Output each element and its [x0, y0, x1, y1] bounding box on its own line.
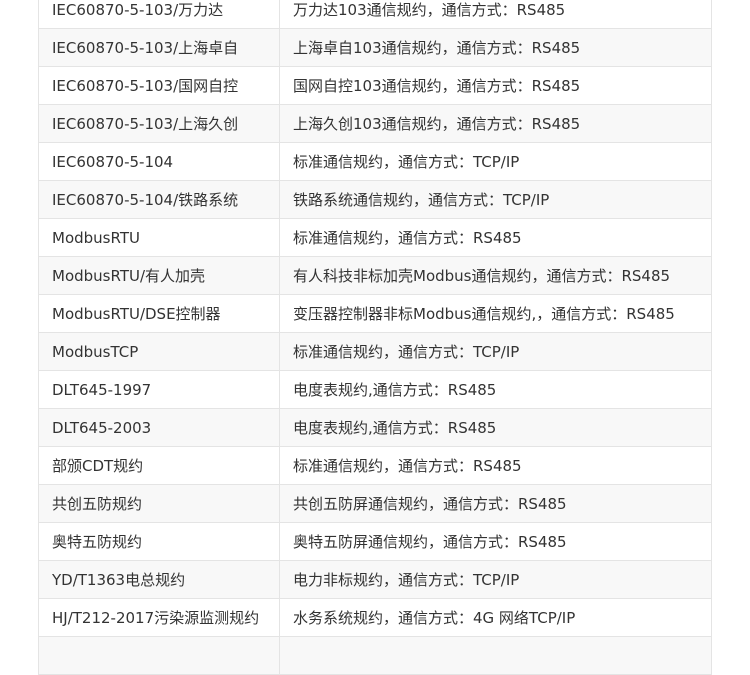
protocol-name-cell: IEC60870-5-103/万力达 — [38, 0, 280, 29]
protocol-table-body: IEC60870-5-103/万力达 万力达103通信规约，通信方式：RS485 I… — [38, 0, 712, 675]
protocol-description-cell: 有人科技非标加壳Modbus通信规约，通信方式：RS485 — [279, 256, 712, 295]
table-row: HJ/T212-2017污染源监测规约 水务系统规约，通信方式：4G 网络TCP/… — [38, 598, 712, 637]
protocol-table: IEC60870-5-103/万力达 万力达103通信规约，通信方式：RS485 I… — [38, 0, 712, 675]
table-row: IEC60870-5-104 标准通信规约，通信方式：TCP/IP — [38, 142, 712, 181]
protocol-description-cell: 水务系统规约，通信方式：4G 网络TCP/IP — [279, 598, 712, 637]
protocol-description-cell: 上海久创103通信规约，通信方式：RS485 — [279, 104, 712, 143]
protocol-description-cell: 标准通信规约，通信方式：TCP/IP — [279, 142, 712, 181]
protocol-name-cell: 部颁CDT规约 — [38, 446, 280, 485]
protocol-name-cell — [38, 636, 280, 675]
protocol-name-cell: IEC60870-5-103/上海久创 — [38, 104, 280, 143]
protocol-description-cell: 国网自控103通信规约，通信方式：RS485 — [279, 66, 712, 105]
table-row: IEC60870-5-103/万力达 万力达103通信规约，通信方式：RS485 — [38, 0, 712, 29]
table-row: IEC60870-5-103/国网自控 国网自控103通信规约，通信方式：RS48… — [38, 66, 712, 105]
protocol-description-cell: 电力非标规约，通信方式：TCP/IP — [279, 560, 712, 599]
protocol-description-cell: 共创五防屏通信规约，通信方式：RS485 — [279, 484, 712, 523]
table-row: DLT645-1997 电度表规约,通信方式：RS485 — [38, 370, 712, 409]
protocol-description-cell: 变压器控制器非标Modbus通信规约,，通信方式：RS485 — [279, 294, 712, 333]
table-row: ModbusRTU/有人加壳 有人科技非标加壳Modbus通信规约，通信方式：RS… — [38, 256, 712, 295]
protocol-name-cell: ModbusTCP — [38, 332, 280, 371]
protocol-description-cell: 标准通信规约，通信方式：RS485 — [279, 446, 712, 485]
table-row: IEC60870-5-103/上海久创 上海久创103通信规约，通信方式：RS48… — [38, 104, 712, 143]
protocol-description-cell: 奥特五防屏通信规约，通信方式：RS485 — [279, 522, 712, 561]
table-row: 共创五防规约 共创五防屏通信规约，通信方式：RS485 — [38, 484, 712, 523]
table-row: YD/T1363电总规约 电力非标规约，通信方式：TCP/IP — [38, 560, 712, 599]
protocol-name-cell: 共创五防规约 — [38, 484, 280, 523]
protocol-name-cell: IEC60870-5-104/铁路系统 — [38, 180, 280, 219]
protocol-name-cell: DLT645-2003 — [38, 408, 280, 447]
protocol-description-cell: 上海卓自103通信规约，通信方式：RS485 — [279, 28, 712, 67]
protocol-description-cell: 标准通信规约，通信方式：RS485 — [279, 218, 712, 257]
protocol-name-cell: IEC60870-5-103/上海卓自 — [38, 28, 280, 67]
protocol-description-cell: 标准通信规约，通信方式：TCP/IP — [279, 332, 712, 371]
protocol-name-cell: ModbusRTU — [38, 218, 280, 257]
table-row — [38, 636, 712, 675]
table-row: IEC60870-5-104/铁路系统 铁路系统通信规约，通信方式：TCP/IP — [38, 180, 712, 219]
table-row: ModbusTCP 标准通信规约，通信方式：TCP/IP — [38, 332, 712, 371]
table-row: ModbusRTU 标准通信规约，通信方式：RS485 — [38, 218, 712, 257]
protocol-name-cell: ModbusRTU/DSE控制器 — [38, 294, 280, 333]
protocol-name-cell: YD/T1363电总规约 — [38, 560, 280, 599]
table-row: 奥特五防规约 奥特五防屏通信规约，通信方式：RS485 — [38, 522, 712, 561]
protocol-name-cell: HJ/T212-2017污染源监测规约 — [38, 598, 280, 637]
protocol-name-cell: IEC60870-5-104 — [38, 142, 280, 181]
protocol-description-cell: 万力达103通信规约，通信方式：RS485 — [279, 0, 712, 29]
table-row: IEC60870-5-103/上海卓自 上海卓自103通信规约，通信方式：RS48… — [38, 28, 712, 67]
protocol-description-cell: 铁路系统通信规约，通信方式：TCP/IP — [279, 180, 712, 219]
protocol-name-cell: ModbusRTU/有人加壳 — [38, 256, 280, 295]
protocol-name-cell: IEC60870-5-103/国网自控 — [38, 66, 280, 105]
protocol-name-cell: 奥特五防规约 — [38, 522, 280, 561]
protocol-description-cell: 电度表规约,通信方式：RS485 — [279, 408, 712, 447]
table-row: DLT645-2003 电度表规约,通信方式：RS485 — [38, 408, 712, 447]
table-row: ModbusRTU/DSE控制器 变压器控制器非标Modbus通信规约,，通信方式… — [38, 294, 712, 333]
protocol-name-cell: DLT645-1997 — [38, 370, 280, 409]
table-row: 部颁CDT规约 标准通信规约，通信方式：RS485 — [38, 446, 712, 485]
protocol-description-cell — [279, 636, 712, 675]
protocol-description-cell: 电度表规约,通信方式：RS485 — [279, 370, 712, 409]
